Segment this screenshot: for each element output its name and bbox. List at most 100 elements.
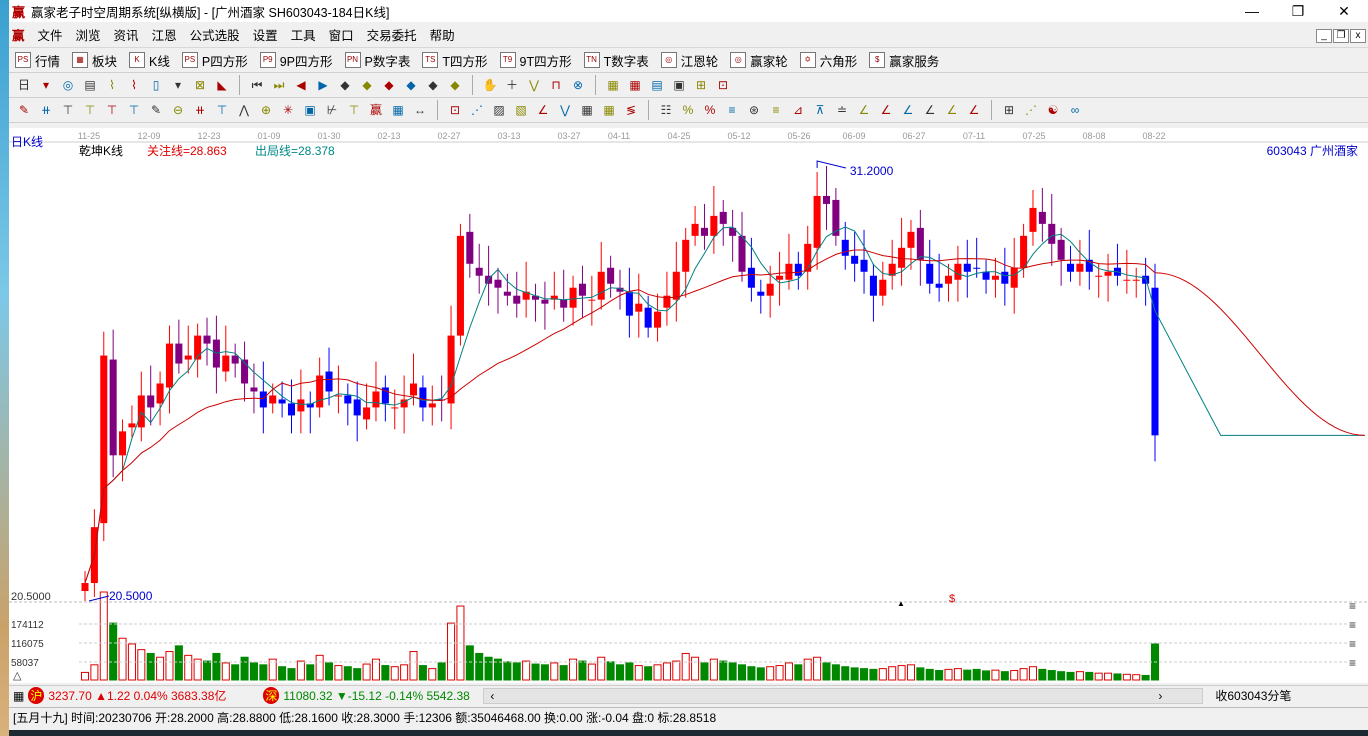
- period-dropdown[interactable]: 日: [15, 76, 33, 94]
- tool-icon-40[interactable]: ∠: [877, 101, 895, 119]
- tool-icon-49[interactable]: ∞: [1066, 101, 1084, 119]
- tool-icon-20[interactable]: ⊡: [446, 101, 464, 119]
- tool-icon-5[interactable]: ⊤: [125, 101, 143, 119]
- mdi-close-button[interactable]: x: [1350, 29, 1366, 43]
- tool-icon-18[interactable]: ↔: [411, 101, 429, 119]
- tool-icon-15[interactable]: ⊤: [345, 101, 363, 119]
- tool-icon-24[interactable]: ⊓: [547, 76, 565, 94]
- toolbar-button-0[interactable]: PS 行情: [15, 51, 60, 70]
- quote-table-icon[interactable]: ▦: [13, 689, 24, 703]
- tool-icon-33[interactable]: ≡: [723, 101, 741, 119]
- tool-icon-8[interactable]: ⧺: [191, 101, 209, 119]
- menu-trade[interactable]: 交易委托: [367, 25, 417, 44]
- tool-icon-0[interactable]: ▾: [37, 76, 55, 94]
- tool-icon-28[interactable]: ▦: [626, 76, 644, 94]
- toolbar-button-10[interactable]: ◎ 赢家轮: [730, 51, 788, 70]
- tool-icon-13[interactable]: ▣: [301, 101, 319, 119]
- tool-icon-17[interactable]: ◆: [402, 76, 420, 94]
- tool-icon-13[interactable]: ▶: [314, 76, 332, 94]
- toolbar-button-7[interactable]: T9 9T四方形: [499, 51, 572, 70]
- tool-icon-18[interactable]: ◆: [424, 76, 442, 94]
- tool-icon-11[interactable]: ⏭: [270, 76, 288, 94]
- tool-icon-27[interactable]: ▦: [604, 76, 622, 94]
- tool-icon-29[interactable]: ▤: [648, 76, 666, 94]
- tool-icon-30[interactable]: ☷: [657, 101, 675, 119]
- tool-icon-26[interactable]: ▦: [578, 101, 596, 119]
- tool-icon-2[interactable]: ▤: [81, 76, 99, 94]
- tool-icon-3[interactable]: ⊤: [81, 101, 99, 119]
- tool-icon-1[interactable]: ⧺: [37, 101, 55, 119]
- tool-icon-34[interactable]: ⊛: [745, 101, 763, 119]
- tool-icon-25[interactable]: ⊗: [569, 76, 587, 94]
- tool-icon-14[interactable]: ⊬: [323, 101, 341, 119]
- side-scroll-button[interactable]: ≡: [1349, 599, 1356, 613]
- tool-icon-10[interactable]: ⋀: [235, 101, 253, 119]
- menu-file[interactable]: 文件: [38, 25, 63, 44]
- tool-icon-6[interactable]: ✎: [147, 101, 165, 119]
- tool-icon-7[interactable]: ⊠: [191, 76, 209, 94]
- tool-icon-28[interactable]: ≶: [622, 101, 640, 119]
- chart-canvas[interactable]: 11-25 12-09 12-23 01-09 01-30 02-13 02-27 03-13…: [9, 128, 1368, 683]
- minimize-button[interactable]: —: [1229, 0, 1275, 22]
- restore-button[interactable]: ❐: [1275, 0, 1321, 22]
- tool-icon-30[interactable]: ▣: [670, 76, 688, 94]
- menu-browse[interactable]: 浏览: [76, 25, 101, 44]
- tool-icon-4[interactable]: ⊤: [103, 101, 121, 119]
- mdi-restore-button[interactable]: ❐: [1333, 29, 1349, 43]
- tool-icon-22[interactable]: ＋: [503, 76, 521, 94]
- tool-icon-25[interactable]: ⋁: [556, 101, 574, 119]
- side-scroll-button[interactable]: ≡: [1349, 656, 1356, 670]
- menu-window[interactable]: 窗口: [329, 25, 354, 44]
- collapse-up-button[interactable]: △: [13, 670, 22, 682]
- tool-icon-35[interactable]: ≡: [767, 101, 785, 119]
- menu-tools[interactable]: 工具: [291, 25, 316, 44]
- tool-icon-23[interactable]: ▧: [512, 101, 530, 119]
- tool-icon-6[interactable]: ▾: [169, 76, 187, 94]
- tool-icon-2[interactable]: ⊤: [59, 101, 77, 119]
- tool-icon-11[interactable]: ⊕: [257, 101, 275, 119]
- toolbar-button-2[interactable]: K K线: [129, 51, 170, 70]
- tool-icon-42[interactable]: ∠: [921, 101, 939, 119]
- tool-icon-46[interactable]: ⊞: [1000, 101, 1018, 119]
- tool-icon-12[interactable]: ✳: [279, 101, 297, 119]
- tool-icon-31[interactable]: %: [679, 101, 697, 119]
- toolbar-button-11[interactable]: ✡ 六角形: [799, 51, 857, 70]
- tool-icon-3[interactable]: ⌇: [103, 76, 121, 94]
- tool-icon-37[interactable]: ⊼: [811, 101, 829, 119]
- tool-icon-36[interactable]: ⊿: [789, 101, 807, 119]
- tool-icon-38[interactable]: ≐: [833, 101, 851, 119]
- tool-icon-23[interactable]: ⋁: [525, 76, 543, 94]
- tool-icon-16[interactable]: ◆: [380, 76, 398, 94]
- horizontal-scrollbar[interactable]: ‹ ›: [483, 687, 1204, 704]
- tool-icon-0[interactable]: ✎: [15, 101, 33, 119]
- toolbar-button-3[interactable]: PS P四方形: [181, 51, 248, 70]
- toolbar-button-4[interactable]: P9 9P四方形: [259, 51, 333, 70]
- tool-icon-39[interactable]: ∠: [855, 101, 873, 119]
- tool-icon-7[interactable]: ⊖: [169, 101, 187, 119]
- tool-icon-31[interactable]: ⊞: [692, 76, 710, 94]
- tool-icon-24[interactable]: ∠: [534, 101, 552, 119]
- menu-info[interactable]: 资讯: [114, 25, 139, 44]
- tool-icon-8[interactable]: ◣: [213, 76, 231, 94]
- tool-icon-4[interactable]: ⌇: [125, 76, 143, 94]
- tool-icon-17[interactable]: ▦: [389, 101, 407, 119]
- menu-formula[interactable]: 公式选股: [190, 25, 240, 44]
- tool-icon-1[interactable]: ◎: [59, 76, 77, 94]
- close-button[interactable]: ✕: [1321, 0, 1367, 22]
- tool-icon-14[interactable]: ◆: [336, 76, 354, 94]
- toolbar-button-6[interactable]: TS T四方形: [422, 51, 488, 70]
- toolbar-button-1[interactable]: ▦ 板块: [72, 51, 117, 70]
- tool-icon-41[interactable]: ∠: [899, 101, 917, 119]
- side-scroll-button[interactable]: ≡: [1349, 637, 1356, 651]
- tool-icon-9[interactable]: ⊤: [213, 101, 231, 119]
- tool-icon-32[interactable]: %: [701, 101, 719, 119]
- side-scroll-button[interactable]: ≡: [1349, 618, 1356, 632]
- toolbar-button-5[interactable]: PN P数字表: [344, 51, 410, 70]
- tool-icon-12[interactable]: ◀: [292, 76, 310, 94]
- tool-icon-16[interactable]: 赢: [367, 101, 385, 119]
- kline-chart[interactable]: 11-25 12-09 12-23 01-09 01-30 02-13 02-27 03-13…: [9, 128, 1368, 683]
- tool-icon-27[interactable]: ▦: [600, 101, 618, 119]
- tool-icon-48[interactable]: ☯: [1044, 101, 1062, 119]
- tool-icon-22[interactable]: ▨: [490, 101, 508, 119]
- tool-icon-32[interactable]: ⊡: [714, 76, 732, 94]
